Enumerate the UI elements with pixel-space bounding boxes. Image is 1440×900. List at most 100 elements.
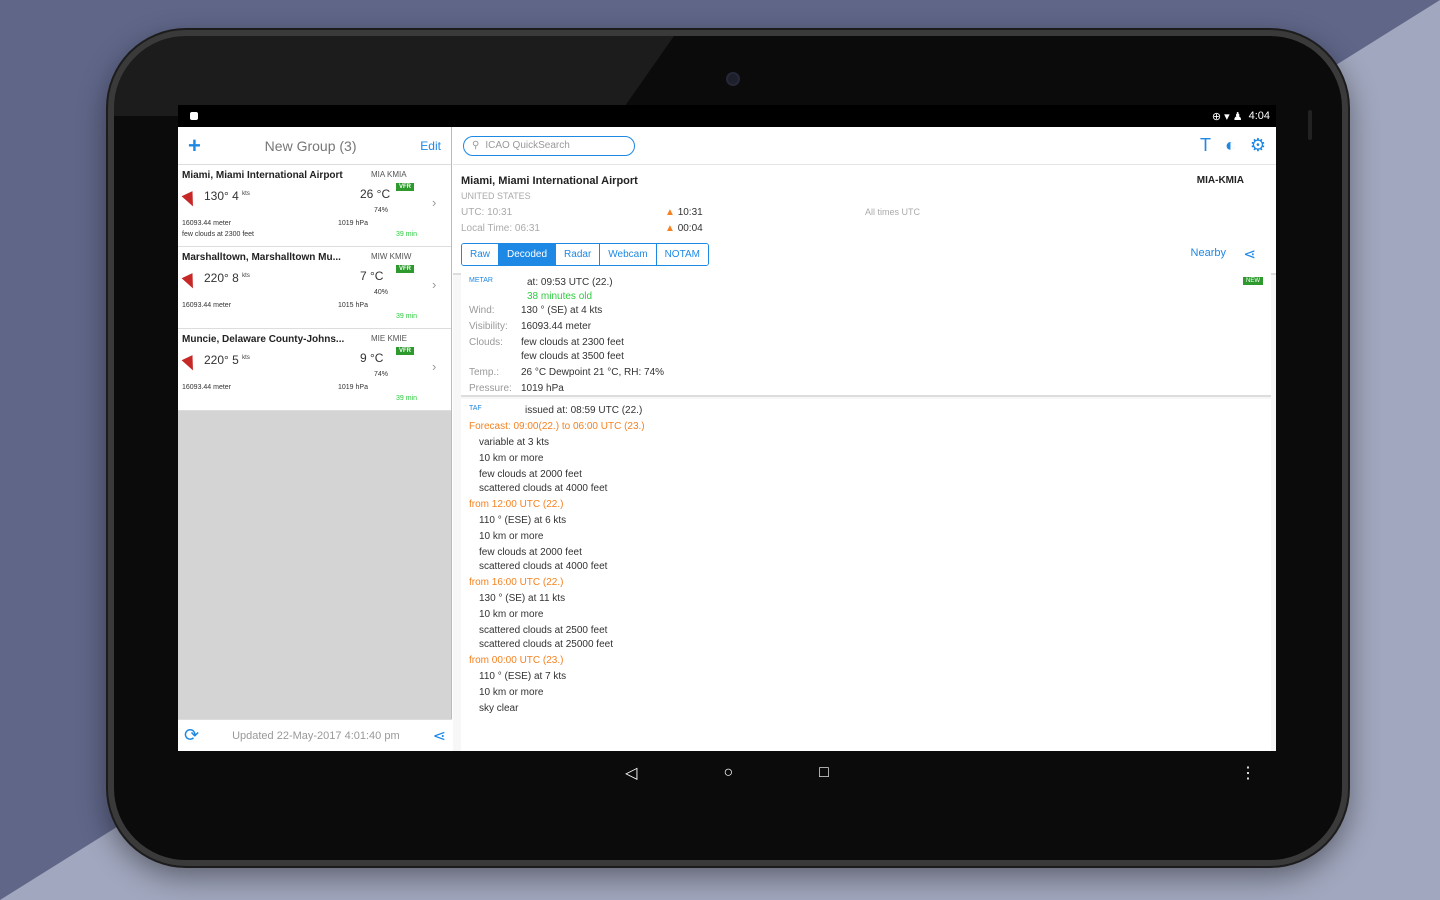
taf-line: few clouds at 2000 feet bbox=[479, 469, 582, 480]
detail-toolbar: ⚲ ICAO QuickSearch T ◐ ⚙ bbox=[453, 127, 1276, 165]
station-codes: MIA KMIA bbox=[371, 170, 407, 179]
taf-line: few clouds at 2000 feet bbox=[479, 547, 582, 558]
tab-notam[interactable]: NOTAM bbox=[656, 244, 708, 265]
flight-rule-badge: VFR bbox=[396, 265, 414, 273]
local-time: Local Time: 06:31 bbox=[461, 223, 540, 234]
taf-card: TAF issued at: 08:59 UTC (22.) Forecast:… bbox=[461, 399, 1271, 751]
text-size-icon[interactable]: T bbox=[1200, 135, 1211, 156]
clouds: few clouds at 2300 feet bbox=[182, 231, 254, 238]
taf-forecast: Forecast: 09:00(22.) to 06:00 UTC (23.) bbox=[469, 421, 645, 432]
toolbar-icons: T ◐ ⚙ bbox=[1200, 135, 1266, 156]
sunset: ▲ 00:04 bbox=[665, 223, 703, 234]
wind-arrow-icon bbox=[181, 273, 199, 291]
home-icon[interactable]: ○ bbox=[723, 764, 733, 782]
tab-radar[interactable]: Radar bbox=[556, 244, 601, 265]
camera-icon bbox=[726, 72, 740, 86]
station-name: Marshalltown, Marshalltown Mu... bbox=[182, 252, 341, 263]
contrast-icon[interactable]: ◐ bbox=[1225, 135, 1236, 156]
refresh-icon[interactable]: ⟳ bbox=[184, 725, 199, 746]
humidity: 74% bbox=[374, 207, 389, 214]
station-row[interactable]: Miami, Miami International Airport MIA K… bbox=[178, 165, 451, 247]
taf-issued: issued at: 08:59 UTC (22.) bbox=[525, 405, 643, 416]
pressure: 1019 hPa bbox=[338, 384, 368, 391]
humidity: 40% bbox=[374, 289, 389, 296]
search-input[interactable]: ⚲ ICAO QuickSearch bbox=[463, 135, 635, 156]
taf-label: TAF bbox=[469, 405, 482, 412]
status-bar: ⊕ ▾ ♟ 4:04 bbox=[178, 105, 1276, 127]
edit-button[interactable]: Edit bbox=[420, 139, 441, 153]
taf-line: 10 km or more bbox=[479, 531, 544, 542]
metar-visibility: Visibility: 16093.44 meter bbox=[469, 321, 592, 332]
chevron-right-icon: › bbox=[432, 277, 437, 292]
taf-line: 10 km or more bbox=[479, 687, 544, 698]
utc-time: UTC: 10:31 bbox=[461, 207, 513, 218]
temperature: 26 °C bbox=[360, 187, 391, 201]
wind-arrow-icon bbox=[181, 191, 199, 209]
tab-raw[interactable]: Raw bbox=[462, 244, 500, 265]
report-age: 39 min bbox=[396, 313, 418, 320]
taf-line: scattered clouds at 2500 feet bbox=[479, 625, 608, 636]
flight-rule-badge: VFR bbox=[396, 183, 414, 191]
android-navbar: ◁ ○ □ ⋮ bbox=[178, 751, 1276, 795]
metar-temp: Temp.: 26 °C Dewpoint 21 °C, RH: 74% bbox=[469, 367, 665, 378]
tablet-sheen bbox=[114, 36, 674, 116]
station-row[interactable]: Muncie, Delaware County-Johns... MIE KMI… bbox=[178, 329, 451, 411]
all-times-note: All times UTC bbox=[865, 207, 921, 217]
station-name: Miami, Miami International Airport bbox=[182, 170, 343, 181]
group-header: + New Group (3) Edit bbox=[178, 127, 451, 165]
taf-line: 110 ° (ESE) at 6 kts bbox=[479, 515, 567, 526]
add-station-button[interactable]: + bbox=[188, 133, 201, 159]
sunrise-icon: ▲ bbox=[665, 207, 675, 218]
detail-panel: ⚲ ICAO QuickSearch T ◐ ⚙ Miami, Miami In… bbox=[453, 127, 1276, 751]
metar-time: at: 09:53 UTC (22.) bbox=[527, 277, 613, 288]
taf-line: scattered clouds at 25000 feet bbox=[479, 639, 613, 650]
gear-icon[interactable]: ⚙ bbox=[1250, 135, 1266, 156]
new-badge: NEW bbox=[1243, 277, 1263, 285]
taf-from: from 16:00 UTC (22.) bbox=[469, 577, 564, 588]
metar-age: 38 minutes old bbox=[527, 291, 593, 302]
visibility: 16093.44 meter bbox=[182, 384, 232, 391]
clock: 4:04 bbox=[1248, 110, 1270, 122]
visibility: 16093.44 meter bbox=[182, 220, 232, 227]
more-icon[interactable]: ⋮ bbox=[1240, 763, 1256, 783]
share-icon[interactable]: ⋖ bbox=[1243, 245, 1256, 263]
pressure: 1015 hPa bbox=[338, 302, 368, 309]
station-list-panel: + New Group (3) Edit Miami, Miami Intern… bbox=[178, 127, 452, 751]
search-placeholder: ICAO QuickSearch bbox=[485, 140, 570, 151]
chevron-right-icon: › bbox=[432, 195, 437, 210]
share-icon[interactable]: ⋖ bbox=[433, 726, 446, 746]
airport-name: Miami, Miami International Airport bbox=[461, 175, 638, 187]
metar-card: METAR NEW at: 09:53 UTC (22.) 38 minutes… bbox=[461, 271, 1271, 397]
airport-code: MIA-KMIA bbox=[1196, 175, 1244, 186]
metar-label: METAR bbox=[469, 277, 493, 284]
taf-line: 110 ° (ESE) at 7 kts bbox=[479, 671, 567, 682]
wind: 220° 8 kts bbox=[204, 271, 250, 285]
station-codes: MIE KMIE bbox=[371, 334, 408, 343]
airport-country: UNITED STATES bbox=[461, 191, 531, 201]
notification-icon bbox=[190, 112, 198, 120]
tab-webcam[interactable]: Webcam bbox=[600, 244, 657, 265]
taf-line: variable at 3 kts bbox=[479, 437, 550, 448]
updated-timestamp: Updated 22-May-2017 4:01:40 pm bbox=[232, 729, 400, 742]
temperature: 7 °C bbox=[360, 269, 384, 283]
back-icon[interactable]: ◁ bbox=[625, 763, 637, 783]
humidity: 74% bbox=[374, 371, 389, 378]
taf-line: scattered clouds at 4000 feet bbox=[479, 483, 608, 494]
wind: 220° 5 kts bbox=[204, 353, 250, 367]
metar-pressure: Pressure: 1019 hPa bbox=[469, 383, 564, 394]
recents-icon[interactable]: □ bbox=[819, 764, 829, 782]
station-name: Muncie, Delaware County-Johns... bbox=[182, 334, 345, 345]
taf-line: scattered clouds at 4000 feet bbox=[479, 561, 608, 572]
flight-rule-badge: VFR bbox=[396, 347, 414, 355]
taf-from: from 00:00 UTC (23.) bbox=[469, 655, 564, 666]
list-footer: ⟳ Updated 22-May-2017 4:01:40 pm ⋖ bbox=[178, 719, 452, 751]
station-row[interactable]: Marshalltown, Marshalltown Mu... MIW KMI… bbox=[178, 247, 451, 329]
search-icon: ⚲ bbox=[472, 140, 480, 151]
signal-icon: ⊕ ▾ ♟ bbox=[1211, 110, 1243, 123]
status-icons: ⊕ ▾ ♟ 4:04 bbox=[1212, 110, 1270, 123]
side-button bbox=[1308, 110, 1312, 140]
tab-decoded[interactable]: Decoded bbox=[499, 244, 557, 265]
nearby-link[interactable]: Nearby bbox=[1191, 247, 1226, 259]
group-title: New Group (3) bbox=[264, 137, 357, 154]
screen: ⊕ ▾ ♟ 4:04 + New Group (3) Edit Miami, M… bbox=[178, 105, 1276, 751]
